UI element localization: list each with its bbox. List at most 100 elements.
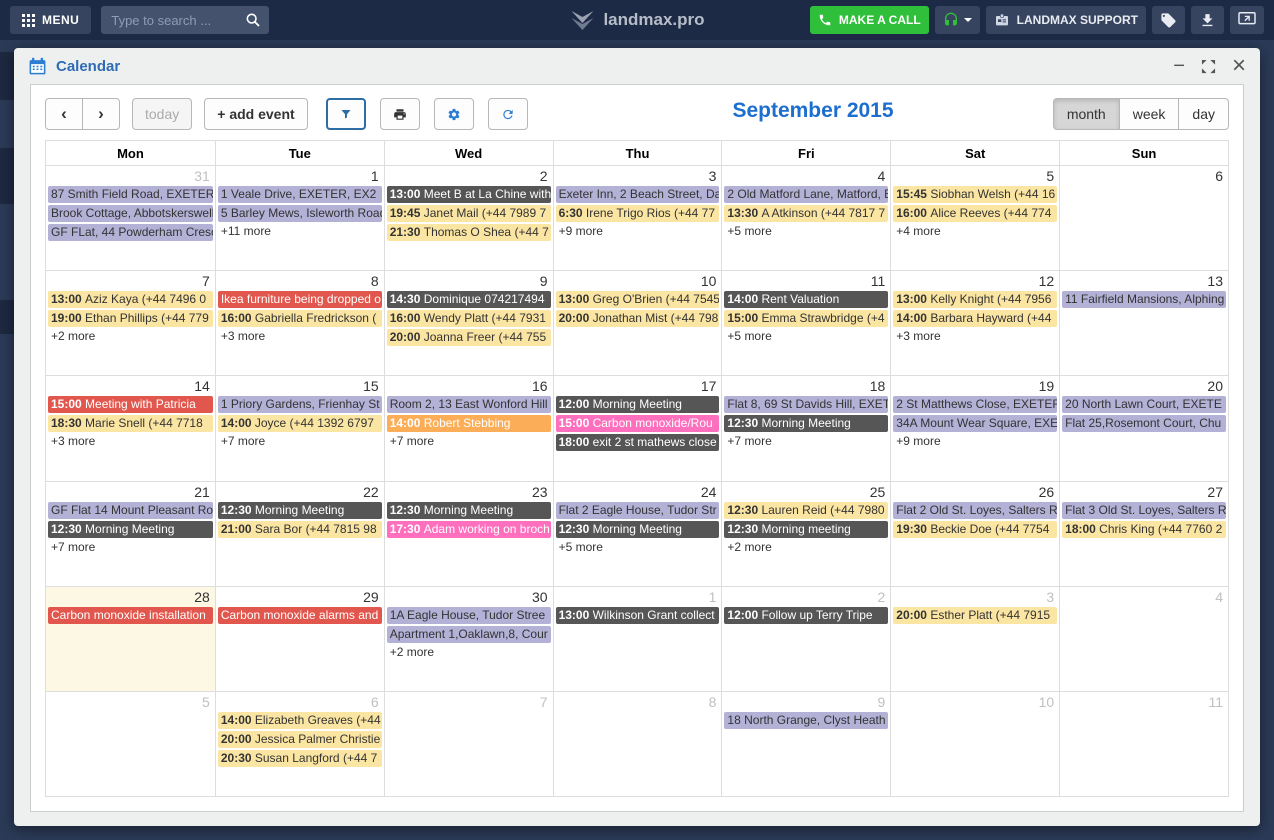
event[interactable]: 13:00 Greg O'Brien (+44 7545 [556, 291, 720, 308]
event[interactable]: 12:30 Morning Meeting [556, 521, 720, 538]
screen-share-button[interactable] [1230, 6, 1264, 34]
event[interactable]: 6:30 Irene Trigo Rios (+44 77 [556, 205, 720, 222]
day-cell[interactable]: 42 Old Matford Lane, Matford, E13:30 A A… [721, 166, 890, 270]
event[interactable]: Flat 25,Rosemont Court, Chu [1062, 415, 1226, 432]
event[interactable]: 17:30 Adam working on broch [387, 521, 551, 538]
event[interactable]: 1 Priory Gardens, Frienhay St [218, 396, 382, 413]
day-cell[interactable]: 1114:00 Rent Valuation15:00 Emma Strawbr… [721, 271, 890, 375]
more-events-link[interactable]: +5 more [556, 540, 720, 554]
day-cell[interactable]: 2020 North Lawn Court, EXETEFlat 25,Rose… [1059, 376, 1228, 480]
event[interactable]: Flat 2 Old St. Loyes, Salters R [893, 502, 1057, 519]
event[interactable]: Apartment 1,Oaklawn,8, Cour [387, 626, 551, 643]
event[interactable]: 16:00 Alice Reeves (+44 774 [893, 205, 1057, 222]
event[interactable]: 1 Veale Drive, EXETER, EX2 [218, 186, 382, 203]
day-cell[interactable]: 21GF Flat 14 Mount Pleasant Ro12:30 Morn… [46, 482, 215, 586]
event[interactable]: Flat 8, 69 St Davids Hill, EXET [724, 396, 888, 413]
day-cell[interactable]: 212:00 Follow up Terry Tripe [721, 587, 890, 691]
event[interactable]: 21:00 Sara Bor (+44 7815 98 [218, 521, 382, 538]
day-cell[interactable]: 113:00 Wilkinson Grant collect [553, 587, 722, 691]
event[interactable]: 18 North Grange, Clyst Heath [724, 712, 888, 729]
event[interactable]: 15:45 Siobhan Welsh (+44 16 [893, 186, 1057, 203]
day-cell[interactable]: 713:00 Aziz Kaya (+44 7496 019:00 Ethan … [46, 271, 215, 375]
headset-button[interactable] [935, 6, 980, 34]
more-events-link[interactable]: +3 more [218, 329, 382, 343]
day-cell[interactable]: 24Flat 2 Eagle House, Tudor Str12:30 Mor… [553, 482, 722, 586]
event[interactable]: 11 Fairfield Mansions, Alphing [1062, 291, 1226, 308]
event[interactable]: 5 Barley Mews, Isleworth Road [218, 205, 382, 222]
event[interactable]: 14:00 Elizabeth Greaves (+44 [218, 712, 382, 729]
event[interactable]: 20:30 Susan Langford (+44 7 [218, 750, 382, 767]
day-cell[interactable]: 320:00 Esther Platt (+44 7915 [890, 587, 1059, 691]
more-events-link[interactable]: +2 more [724, 540, 888, 554]
event[interactable]: 18:00 exit 2 st mathews close [556, 434, 720, 451]
event[interactable]: 14:00 Joyce (+44 1392 6797 [218, 415, 382, 432]
event[interactable]: 12:30 Morning Meeting [218, 502, 382, 519]
day-cell[interactable]: 1213:00 Kelly Knight (+44 795614:00 Barb… [890, 271, 1059, 375]
make-a-call-button[interactable]: MAKE A CALL [810, 6, 929, 34]
more-events-link[interactable]: +9 more [893, 434, 1057, 448]
prev-button[interactable]: ‹ [45, 98, 83, 130]
day-cell[interactable]: 29Carbon monoxide alarms and [215, 587, 384, 691]
event[interactable]: Flat 3 Old St. Loyes, Salters R [1062, 502, 1226, 519]
event[interactable]: 20:00 Jessica Palmer Christie [218, 731, 382, 748]
more-events-link[interactable]: +7 more [218, 434, 382, 448]
more-events-link[interactable]: +7 more [48, 540, 213, 554]
day-cell[interactable]: 213:00 Meet B at La Chine with19:45 Jane… [384, 166, 553, 270]
menu-button[interactable]: MENU [10, 6, 91, 34]
event[interactable]: 20:00 Esther Platt (+44 7915 [893, 607, 1057, 624]
event[interactable]: 12:30 Morning Meeting [387, 502, 551, 519]
event[interactable]: 87 Smith Field Road, EXETER [48, 186, 213, 203]
day-cell[interactable]: 11 [1059, 692, 1228, 796]
search-icon[interactable] [245, 12, 261, 28]
event[interactable]: 12:00 Follow up Terry Tripe [724, 607, 888, 624]
minimize-button[interactable]: − [1173, 56, 1185, 76]
more-events-link[interactable]: +3 more [893, 329, 1057, 343]
add-event-button[interactable]: + add event [204, 98, 307, 130]
filter-button[interactable] [326, 98, 366, 130]
event[interactable]: 12:30 Morning meeting [724, 521, 888, 538]
event[interactable]: 15:00 Emma Strawbridge (+4 [724, 310, 888, 327]
view-day-button[interactable]: day [1178, 98, 1229, 130]
event[interactable]: 18:00 Chris King (+44 7760 2 [1062, 521, 1226, 538]
event[interactable]: 2 St Matthews Close, EXETER [893, 396, 1057, 413]
event[interactable]: 15:00 Meeting with Patricia [48, 396, 213, 413]
day-cell[interactable]: 18Flat 8, 69 St Davids Hill, EXET12:30 M… [721, 376, 890, 480]
view-week-button[interactable]: week [1119, 98, 1180, 130]
event[interactable]: Room 2, 13 East Wonford Hill [387, 396, 551, 413]
day-cell[interactable]: 16Room 2, 13 East Wonford Hill14:00 Robe… [384, 376, 553, 480]
more-events-link[interactable]: +7 more [387, 434, 551, 448]
event[interactable]: 16:00 Wendy Platt (+44 7931 [387, 310, 551, 327]
event[interactable]: GF FLat, 44 Powderham Crescent [48, 224, 213, 241]
today-button[interactable]: today [132, 98, 192, 130]
event[interactable]: 2 Old Matford Lane, Matford, E [724, 186, 888, 203]
day-cell[interactable]: 515:45 Siobhan Welsh (+44 1616:00 Alice … [890, 166, 1059, 270]
more-events-link[interactable]: +7 more [724, 434, 888, 448]
event[interactable]: 15:00 Carbon monoxide/Rou [556, 415, 720, 432]
tags-button[interactable] [1152, 6, 1185, 34]
view-month-button[interactable]: month [1053, 98, 1120, 130]
day-cell[interactable]: 1712:00 Morning Meeting15:00 Carbon mono… [553, 376, 722, 480]
event[interactable]: 12:30 Morning Meeting [48, 521, 213, 538]
event[interactable]: 13:00 Wilkinson Grant collect [556, 607, 720, 624]
day-cell[interactable]: 2212:30 Morning Meeting21:00 Sara Bor (+… [215, 482, 384, 586]
more-events-link[interactable]: +5 more [724, 329, 888, 343]
day-cell[interactable]: 3187 Smith Field Road, EXETERBrook Cotta… [46, 166, 215, 270]
event[interactable]: 19:00 Ethan Phillips (+44 779 [48, 310, 213, 327]
more-events-link[interactable]: +2 more [48, 329, 213, 343]
day-cell[interactable]: 2512:30 Lauren Reid (+44 798012:30 Morni… [721, 482, 890, 586]
download-button[interactable] [1191, 6, 1224, 34]
day-cell[interactable]: 10 [890, 692, 1059, 796]
event[interactable]: 18:30 Marie Snell (+44 7718 [48, 415, 213, 432]
day-cell[interactable]: 301A Eagle House, Tudor StreeApartment 1… [384, 587, 553, 691]
day-cell[interactable]: 8Ikea furniture being dropped o16:00 Gab… [215, 271, 384, 375]
more-events-link[interactable]: +4 more [893, 224, 1057, 238]
event[interactable]: 14:00 Rent Valuation [724, 291, 888, 308]
more-events-link[interactable]: +3 more [48, 434, 213, 448]
event[interactable]: Exeter Inn, 2 Beach Street, Da [556, 186, 720, 203]
event[interactable]: 1A Eagle House, Tudor Stree [387, 607, 551, 624]
event[interactable]: 21:30 Thomas O Shea (+44 7 [387, 224, 551, 241]
day-cell[interactable]: 11 Veale Drive, EXETER, EX25 Barley Mews… [215, 166, 384, 270]
event[interactable]: 19:45 Janet Mail (+44 7989 7 [387, 205, 551, 222]
event[interactable]: 12:30 Lauren Reid (+44 7980 [724, 502, 888, 519]
event[interactable]: 13:00 Kelly Knight (+44 7956 [893, 291, 1057, 308]
